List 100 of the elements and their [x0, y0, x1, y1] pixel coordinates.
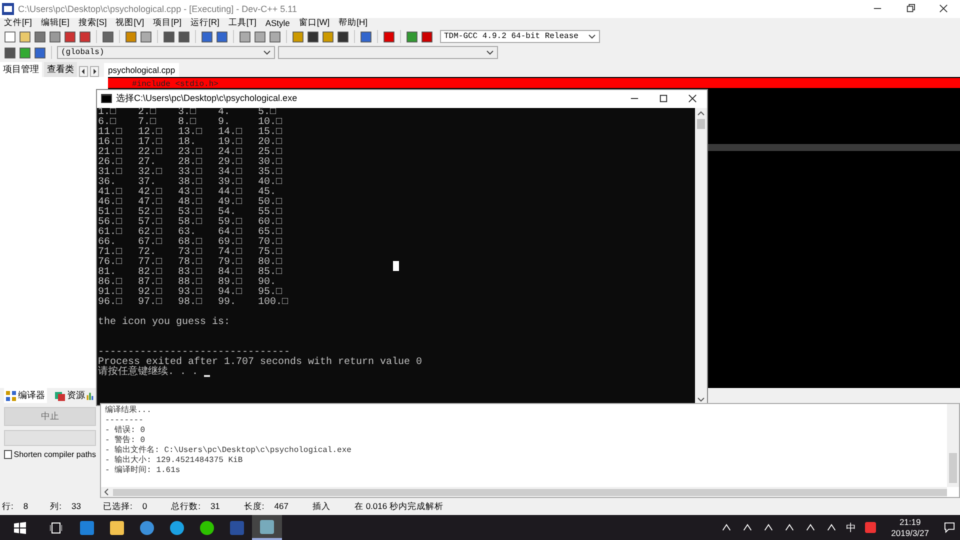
console-text: 95.□: [258, 288, 282, 298]
menu-item[interactable]: 文件[F]: [4, 17, 32, 30]
console-text: 73.□: [178, 248, 204, 258]
windows-start-icon[interactable]: [14, 522, 26, 534]
console-text: 34.□: [218, 168, 244, 178]
scroll-thumb[interactable]: [949, 453, 957, 484]
console-text: 49.□: [218, 198, 244, 208]
status-value: 33: [71, 500, 81, 513]
status-label: 列:: [50, 500, 62, 513]
menu-item[interactable]: 搜索[S]: [78, 17, 107, 30]
console-text: 20.□: [258, 138, 284, 148]
chevron-down-icon: [263, 50, 271, 56]
compiler-dropdown[interactable]: TDM-GCC 4.9.2 64-bit Release: [440, 30, 600, 44]
chevron-down-icon: [486, 50, 494, 56]
console-text: 7.□: [138, 118, 156, 128]
status-value: 0: [142, 500, 148, 513]
menu-item[interactable]: 编辑[E]: [40, 17, 70, 30]
clock-time[interactable]: 21:19: [899, 516, 921, 528]
checkbox[interactable]: [4, 450, 12, 460]
menu-item[interactable]: 窗口[W]: [298, 17, 330, 30]
console-text: 86.□: [98, 278, 124, 288]
console-text: 93.□: [178, 288, 204, 298]
horizontal-scrollbar[interactable]: [101, 487, 947, 498]
console-text: 68.□: [178, 238, 204, 248]
scroll-left-icon[interactable]: [79, 66, 88, 77]
console-text: 85.□: [258, 268, 284, 278]
console-text: 5.□: [258, 108, 276, 118]
console-text: 66.: [98, 238, 116, 248]
scope-dropdown[interactable]: (globals): [57, 46, 275, 60]
panel-tab[interactable]: 查看类: [44, 62, 77, 77]
menu-item[interactable]: 工具[T]: [228, 17, 256, 30]
chevron-icon[interactable]: [742, 522, 754, 534]
file-tab[interactable]: psychological.cpp: [104, 62, 180, 77]
console-text: 69.□: [218, 238, 244, 248]
console-text: 83.□: [178, 268, 204, 278]
menu-item[interactable]: 项目[P]: [153, 17, 182, 30]
menu-item[interactable]: 视图[V]: [116, 17, 144, 30]
console-title: 选择C:\Users\pc\Desktop\c\psychological.exe: [116, 92, 298, 106]
notification-icon[interactable]: [944, 522, 955, 534]
console-text: 3.□: [178, 108, 198, 118]
panel-tab[interactable]: 编译器: [4, 388, 47, 404]
console-text: 53.□: [178, 208, 204, 218]
console-text: 62.□: [138, 228, 164, 238]
log-line: - 输出大小: 129.4521484375 KiB: [105, 456, 244, 466]
stack-icon: [55, 390, 65, 401]
scroll-right-icon[interactable]: [90, 66, 99, 77]
menu-item[interactable]: 运行[R]: [190, 17, 220, 30]
console-text: 28.□: [178, 158, 204, 168]
log-line: 编译结果...: [105, 406, 152, 416]
console-text: 10.□: [258, 118, 284, 128]
ime-indicator[interactable]: 中: [846, 520, 856, 535]
console-text: 21.□: [98, 148, 124, 158]
console-text: 33.□: [178, 168, 204, 178]
console-text: 71.□: [98, 248, 124, 258]
log-line: - 错误: 0: [105, 426, 146, 436]
panel-tab[interactable]: 资源: [53, 388, 87, 404]
console-text: 16.□: [98, 138, 124, 148]
scroll-thumb[interactable]: [697, 118, 705, 129]
chevron-down-icon[interactable]: [697, 396, 705, 402]
console-text: 70.□: [258, 238, 284, 248]
console-text: 55.□: [258, 208, 284, 218]
console-text: 38.□: [178, 178, 204, 188]
console-text: the icon you guess is:: [98, 318, 232, 328]
console-text: 94.□: [218, 288, 244, 298]
console-text: 96.□: [98, 298, 124, 308]
console-text: 54.: [218, 208, 236, 218]
menu-item[interactable]: AStyle: [265, 18, 290, 28]
panel-tab[interactable]: 项目管理: [0, 62, 42, 77]
status-label: 已选择:: [102, 500, 132, 513]
chevron-up-icon[interactable]: [697, 110, 705, 116]
console-text: 72.: [138, 248, 156, 258]
status-value: 8: [23, 500, 28, 513]
console-text: 25.□: [258, 148, 284, 158]
status-label: 在 0.016 秒内完成解析: [354, 500, 444, 513]
console-text: 46.□: [98, 198, 124, 208]
chevron-left-icon[interactable]: [104, 488, 109, 496]
console-text: 44.□: [218, 188, 244, 198]
console-text: 91.□: [98, 288, 124, 298]
console-text: 48.□: [178, 198, 204, 208]
menu-item[interactable]: 帮助[H]: [338, 17, 368, 30]
console-text: 13.□: [178, 128, 204, 138]
console-text: 74.□: [218, 248, 244, 258]
code-line: #include <stdio.h>: [131, 80, 218, 89]
console-text: 41.□: [98, 188, 124, 198]
vertical-scrollbar[interactable]: [947, 404, 959, 488]
checkbox-label[interactable]: Shorten compiler paths: [14, 450, 96, 460]
status-label: 插入: [312, 500, 330, 513]
console-text: 39.□: [218, 178, 244, 188]
vertical-scrollbar[interactable]: [695, 108, 707, 405]
scroll-thumb[interactable]: [113, 488, 947, 496]
console-text: 35.□: [258, 168, 284, 178]
console-text: 4.: [218, 108, 232, 118]
console-text: 87.□: [138, 278, 164, 288]
task-view-icon[interactable]: [50, 522, 62, 534]
clock-date[interactable]: 2019/3/27: [891, 528, 929, 539]
console-text: 9.: [218, 118, 230, 128]
console-text: 23.□: [178, 148, 204, 158]
console-text: 1.□: [98, 108, 118, 118]
console-text: 37.: [138, 178, 156, 188]
console-text: 77.□: [138, 258, 164, 268]
